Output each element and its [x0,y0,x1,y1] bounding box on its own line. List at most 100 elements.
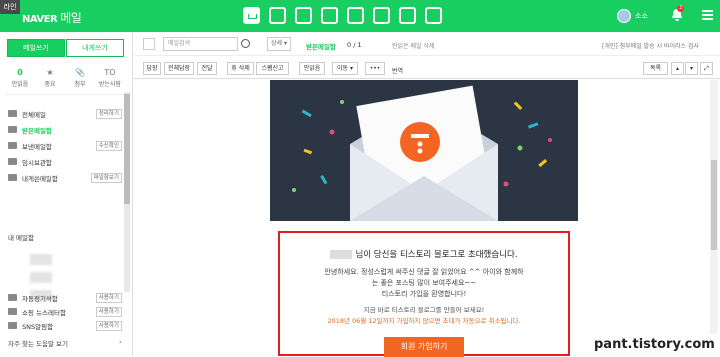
write-to-self-button[interactable]: 내게쓰기 [66,39,124,57]
contacts-app-icon[interactable] [295,7,312,24]
list-button[interactable]: 목록 [643,62,668,75]
move-dropdown[interactable]: 이동 ▾ [332,62,358,75]
unread-total-count: 0 / 1 [347,41,362,49]
paperclip-icon: 📎 [75,68,85,77]
message-line-1: 안녕하세요. 정성스럽게 써주신 댓글 잘 읽었어요 ^^ 아이와 함께하 [324,268,524,276]
expand-icon[interactable]: ⤢ [700,62,713,75]
watermark-text: pant.tistory.com [590,334,720,356]
expiry-notice: 2018년 06월 12일까지 가입하지 않으면 초대가 자동으로 취소됩니다. [327,317,521,325]
search-toolbar: 메일검색 상세 ▾ 받은메일함 0 / 1 안읽은 메일 삭제 [개인] 첨부메… [134,32,720,56]
folder-name: 자동정기석함 [22,294,58,303]
unread-count: 0 [17,68,23,77]
folder-action-button[interactable]: 수신확인 [95,140,122,151]
search-input[interactable]: 메일검색 [163,37,238,51]
folder-action-button[interactable]: 사용하기 [95,320,122,331]
user-menu[interactable]: 소소 [617,9,648,23]
home-app-icon[interactable] [399,7,416,24]
faq-link[interactable]: 자주 찾는 도움말 보기 [8,338,68,348]
mail-app-icon[interactable] [243,7,260,24]
folder-inbox[interactable]: 받은메일함 [8,122,122,137]
hamburger-menu-icon[interactable] [702,10,713,20]
logo-text: NAVER [22,14,58,25]
more-button[interactable]: ••• [365,62,385,75]
my-mailbox-header[interactable]: 내 메일함 [8,232,34,242]
folder-icon [8,322,17,329]
filter-label: 중요 [44,81,56,88]
to-icon: TO [104,68,116,77]
avatar [617,9,631,23]
naver-mail-logo[interactable]: NAVER 메일 [22,9,82,26]
self-mail-icon [8,174,17,181]
folder-all[interactable]: 전체메일 정리하기 [8,106,122,121]
calendar-app-icon[interactable] [269,7,286,24]
invite-message-box: 님이 당신을 티스토리 블로그로 초대했습니다. 안녕하세요. 정성스럽게 써주… [278,231,570,357]
folder-name: 보낸메일함 [22,142,52,151]
invite-title-text: 님이 당신을 티스토리 블로그로 초대했습니다. [355,250,518,260]
message-line-3: 티스토리 가입을 환영합니다! [381,290,467,298]
forward-button[interactable]: 전달 [197,62,217,75]
folder-name: 받은메일함 [22,126,52,135]
sidebar: 메일쓰기 내게쓰기 0 안읽음 ★ 중요 📎 첨부 TO 받는사람 전체메일 정리하기 받… [0,32,133,356]
sidebar-scroll-thumb[interactable] [124,94,130,204]
blurred-sender-name [330,250,353,259]
filter-to-me[interactable]: TO 받는사람 [97,68,123,88]
drafts-icon [8,158,17,165]
spam-button[interactable]: 스팸신고 [256,62,289,75]
folder-name: 내게쓴메일함 [22,174,58,183]
cloud-app-icon[interactable] [347,7,364,24]
folder-action-button[interactable]: 사용하기 [95,306,122,317]
folder-name: 쇼핑 뉴스레터함 [22,308,66,317]
filter-label: 안읽음 [11,81,29,88]
filter-important[interactable]: ★ 중요 [37,68,63,88]
delete-unread-link[interactable]: 안읽은 메일 삭제 [392,41,434,50]
message-line-4: 지금 바로 티스토리 블로그를 만들어 보세요! [363,306,485,314]
write-mail-button[interactable]: 메일쓰기 [7,39,65,57]
folder-auto[interactable]: 자동정기석함 사용하기 [8,290,122,305]
more-app-icon[interactable] [425,7,442,24]
filter-label: 첨부 [74,81,86,88]
reply-button[interactable]: 답장 [143,62,161,75]
chevron-up-icon[interactable]: ▴ [671,62,684,75]
notice-text[interactable]: [개인] 첨부메일 발송 시 바이러스 검사 [602,41,699,50]
folder-to-self[interactable]: 내게쓴메일함 파일함보기 [8,170,122,185]
folder-icon [8,308,17,315]
corner-badge: 라인 [0,0,20,14]
blurred-folder [30,272,52,283]
join-member-button[interactable]: 회원 가입하기 [384,337,464,357]
inbox-icon [8,126,17,133]
action-toolbar: 답장 전체답장 전달 휴 삭제 스팸신고 안읽음 이동 ▾ ••• 번역 목록 … [134,57,720,79]
mark-unread-button[interactable]: 안읽음 [299,62,325,75]
user-name: 소소 [635,12,648,20]
reply-all-button[interactable]: 전체답장 [164,62,194,75]
sent-icon [8,142,17,149]
detail-search-button[interactable]: 상세 ▾ [267,37,291,51]
current-folder-title: 받은메일함 [306,43,336,51]
folder-shopping[interactable]: 쇼핑 뉴스레터함 사용하기 [8,304,122,319]
content-scroll-thumb[interactable] [711,160,717,250]
filter-attachment[interactable]: 📎 첨부 [67,68,93,88]
app-switcher [243,7,451,24]
envelope-illustration [270,80,578,221]
chevron-right-icon: › [119,338,122,346]
memo-app-icon[interactable] [373,7,390,24]
folder-icon [8,294,17,301]
folder-action-button[interactable]: 사용하기 [95,292,122,303]
folder-action-button[interactable]: 파일함보기 [90,172,122,183]
filter-unread[interactable]: 0 안읽음 [7,68,33,88]
quick-filters: 0 안읽음 ★ 중요 📎 첨부 TO 받는사람 [5,68,125,95]
delete-button[interactable]: 휴 삭제 [227,62,254,75]
folder-icon [8,110,17,117]
top-bar: 라인 NAVER 메일 소소 3 [0,0,720,32]
folder-drafts[interactable]: 임시보관함 [8,154,122,169]
invite-title: 님이 당신을 티스토리 블로그로 초대했습니다. [280,248,568,260]
translate-button[interactable]: 번역 [392,66,403,75]
logo-sub: 메일 [60,11,82,25]
folder-action-button[interactable]: 정리하기 [95,108,122,119]
phone-app-icon[interactable] [321,7,338,24]
chevron-down-icon[interactable]: ▾ [685,62,698,75]
folder-sns[interactable]: SNS알림함 사용하기 [8,318,122,333]
folder-sent[interactable]: 보낸메일함 수신확인 [8,138,122,153]
list-menu-icon[interactable] [143,38,155,50]
search-icon[interactable] [241,39,250,48]
invite-banner-image [270,80,578,221]
